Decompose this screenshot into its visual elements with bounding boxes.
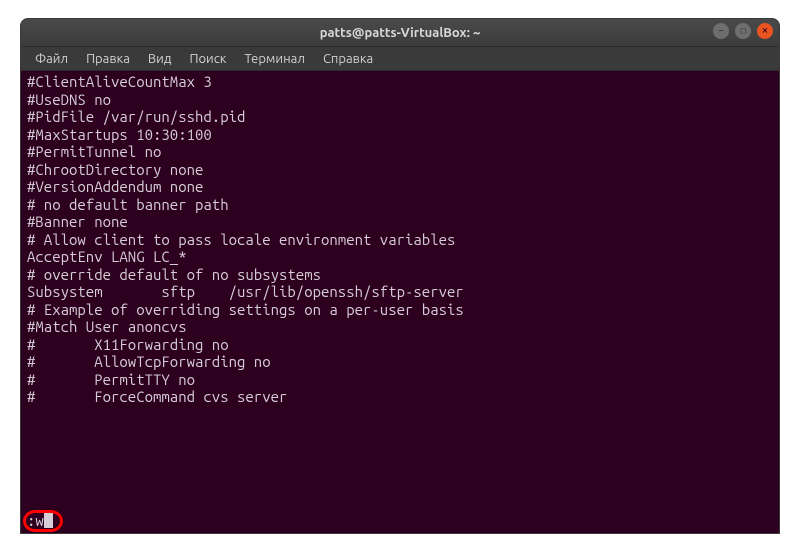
config-line: # PermitTTY no — [27, 371, 773, 389]
menu-edit[interactable]: Правка — [78, 50, 138, 68]
config-line: #UseDNS no — [27, 91, 773, 109]
window-title: patts@patts-VirtualBox: ~ — [320, 26, 481, 40]
vim-command-text: :w — [27, 512, 44, 530]
config-line: AcceptEnv LANG LC_* — [27, 248, 773, 266]
config-line: #VersionAddendum none — [27, 178, 773, 196]
menu-view[interactable]: Вид — [140, 50, 180, 68]
config-line: # X11Forwarding no — [27, 336, 773, 354]
config-line: # override default of no subsystems — [27, 266, 773, 284]
config-line: #PermitTunnel no — [27, 143, 773, 161]
cursor-icon — [44, 512, 53, 528]
menu-help[interactable]: Справка — [315, 50, 381, 68]
config-line: # Allow client to pass locale environmen… — [27, 231, 773, 249]
menu-file[interactable]: Файл — [27, 50, 76, 68]
vim-command-line[interactable]: :w — [27, 512, 53, 530]
config-line: #MaxStartups 10:30:100 — [27, 126, 773, 144]
close-icon[interactable] — [757, 23, 773, 39]
config-line: #PidFile /var/run/sshd.pid — [27, 108, 773, 126]
menubar: Файл Правка Вид Поиск Терминал Справка — [21, 47, 779, 71]
config-line: #Match User anoncvs — [27, 318, 773, 336]
window-controls — [713, 23, 773, 39]
config-line: Subsystem sftp /usr/lib/openssh/sftp-ser… — [27, 283, 773, 301]
config-line: # no default banner path — [27, 196, 773, 214]
config-line: #ChrootDirectory none — [27, 161, 773, 179]
maximize-icon[interactable] — [735, 23, 751, 39]
menu-terminal[interactable]: Терминал — [236, 50, 312, 68]
terminal-content[interactable]: #ClientAliveCountMax 3 #UseDNS no #PidFi… — [21, 71, 779, 533]
titlebar: patts@patts-VirtualBox: ~ — [21, 19, 779, 47]
config-line: # AllowTcpForwarding no — [27, 353, 773, 371]
terminal-window: patts@patts-VirtualBox: ~ Файл Правка Ви… — [20, 18, 780, 534]
config-line: # ForceCommand cvs server — [27, 388, 773, 406]
minimize-icon[interactable] — [713, 23, 729, 39]
config-line: #Banner none — [27, 213, 773, 231]
config-line: #ClientAliveCountMax 3 — [27, 73, 773, 91]
menu-search[interactable]: Поиск — [181, 50, 234, 68]
config-line: # Example of overriding settings on a pe… — [27, 301, 773, 319]
